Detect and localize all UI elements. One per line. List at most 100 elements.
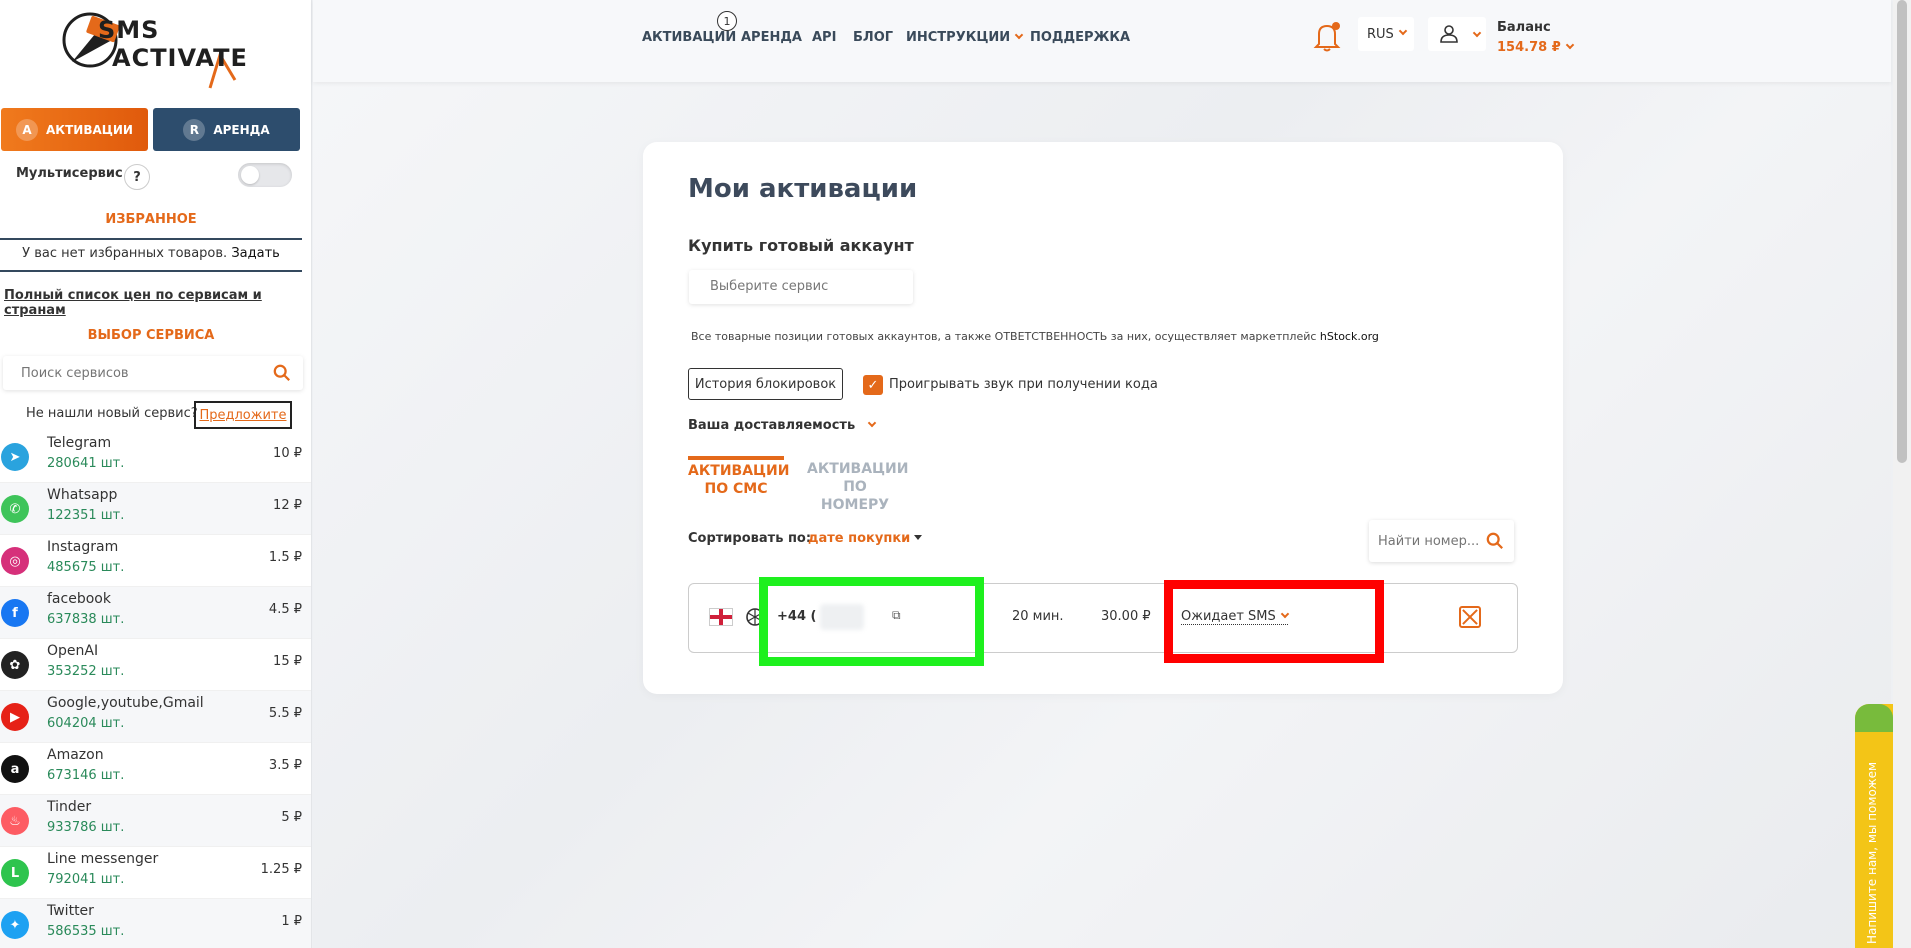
service-item[interactable]: ▶ Google,youtube,Gmail 604204 шт. 5.5 ₽ — [0, 691, 311, 743]
amazon-icon: a — [1, 755, 29, 783]
suggest-service-button[interactable]: Предложите — [194, 401, 292, 429]
service-price: 1.25 ₽ — [260, 862, 302, 877]
twitter-icon: ✦ — [1, 911, 29, 939]
nav-api[interactable]: API — [812, 30, 836, 45]
help-icon[interactable]: ? — [124, 164, 150, 190]
find-number-box[interactable] — [1369, 520, 1514, 562]
service-item[interactable]: ✆ Whatsapp 122351 шт. 12 ₽ — [0, 483, 311, 535]
service-item[interactable]: ➤ Telegram 280641 шт. 10 ₽ — [0, 431, 311, 483]
balance-amount: 154.78 ₽ — [1497, 40, 1561, 55]
service-count: 637838 шт. — [47, 612, 125, 627]
sort-select[interactable]: дате покупки — [808, 531, 923, 546]
service-item[interactable]: ✿ OpenAI 353252 шт. 15 ₽ — [0, 639, 311, 691]
service-name: Tinder — [47, 799, 92, 815]
sort-label: Сортировать по: — [688, 531, 812, 546]
service-price: 15 ₽ — [273, 654, 302, 669]
service-item[interactable]: f facebook 637838 шт. 4.5 ₽ — [0, 587, 311, 639]
service-name: Instagram — [47, 539, 119, 555]
highlight-box-green — [759, 577, 984, 666]
rent-icon: R — [183, 118, 206, 141]
page-scrollbar[interactable] — [1893, 0, 1911, 948]
scrollbar-thumb[interactable] — [1897, 0, 1907, 463]
service-name: OpenAI — [47, 643, 99, 659]
service-name: Telegram — [47, 435, 112, 451]
user-menu-button[interactable] — [1428, 17, 1486, 51]
balance-value[interactable]: 154.78 ₽ — [1497, 40, 1574, 55]
nav-blog[interactable]: Блог — [853, 30, 893, 45]
search-icon[interactable] — [273, 364, 291, 382]
page-title: Мои активации — [688, 174, 918, 204]
nav-instructions-label: Инструкции — [906, 30, 1011, 45]
divider — [0, 270, 302, 272]
notification-bell-icon[interactable] — [1313, 20, 1341, 52]
multiservice-toggle[interactable] — [238, 163, 292, 187]
service-item[interactable]: ◎ Instagram 485675 шт. 1.5 ₽ — [0, 535, 311, 587]
balance-label: Баланс — [1497, 20, 1551, 35]
top-navbar: Активации 1 Аренда API Блог Инструкции П… — [313, 0, 1891, 82]
tab-sms-activations[interactable]: Активации по СМС — [688, 456, 789, 498]
service-item[interactable]: a Amazon 673146 шт. 3.5 ₽ — [0, 743, 311, 795]
activation-icon: A — [16, 118, 38, 141]
service-price: 3.5 ₽ — [268, 758, 302, 773]
block-history-button[interactable]: История блокировок — [688, 368, 843, 400]
nav-support[interactable]: Поддержка — [1030, 30, 1130, 45]
tab-number-line2: по номеру — [820, 479, 890, 513]
service-count: 353252 шт. — [47, 664, 125, 679]
service-count: 122351 шт. — [47, 508, 125, 523]
help-chat-label: Напишите нам, мы поможем — [1865, 761, 1879, 944]
service-price: 1.5 ₽ — [268, 550, 302, 565]
service-select-title: Выбор сервиса — [87, 328, 215, 343]
not-found-text: Не нашли новый сервис? — [26, 406, 198, 421]
service-price: 12 ₽ — [273, 498, 302, 513]
service-count: 673146 шт. — [47, 768, 125, 783]
service-item[interactable]: ✦ Twitter 586535 шт. 1 ₽ — [0, 899, 311, 948]
sound-checkbox[interactable]: ✓ — [863, 375, 883, 395]
tab-number-activations[interactable]: Активации по номеру — [807, 460, 909, 514]
england-flag-icon — [709, 608, 733, 626]
service-select-dropdown[interactable]: Выберите сервис — [689, 270, 913, 304]
sort-value: дате покупки — [808, 531, 911, 546]
activation-price: 30.00 ₽ — [1101, 609, 1151, 624]
multiservice-label: Мультисервис — [16, 166, 123, 181]
chevron-down-icon — [867, 418, 877, 428]
price-list-link[interactable]: Полный список цен по сервисам и странам — [4, 288, 311, 318]
hstock-link[interactable]: hStock.org — [1320, 330, 1379, 343]
chevron-down-icon — [1014, 30, 1024, 40]
service-name: Twitter — [47, 903, 94, 919]
nav-activations[interactable]: Активации — [642, 30, 736, 45]
service-count: 485675 шт. — [47, 560, 125, 575]
nav-rent[interactable]: Аренда — [741, 30, 802, 45]
activations-mode-button[interactable]: A Активации — [1, 108, 148, 151]
language-value: RUS — [1367, 26, 1394, 42]
nav-instructions[interactable]: Инструкции — [906, 30, 1024, 45]
chevron-down-icon — [1472, 28, 1482, 38]
rent-mode-button[interactable]: R Аренда — [153, 108, 300, 151]
service-search-input[interactable] — [3, 356, 263, 390]
favorites-title: Избранное — [105, 212, 197, 227]
chevron-down-icon — [1565, 40, 1574, 50]
whatsapp-icon: ✆ — [1, 495, 29, 523]
service-name: Google,youtube,Gmail — [47, 695, 204, 711]
tab-number-line1: Активации — [807, 461, 909, 477]
cancel-activation-icon[interactable] — [1459, 606, 1481, 628]
facebook-icon: f — [1, 599, 29, 627]
delivery-rate-toggle[interactable]: Ваша доставляемость — [688, 418, 877, 433]
service-name: facebook — [47, 591, 111, 607]
sound-checkbox-label: Проигрывать звук при получении кода — [889, 377, 1158, 392]
highlight-box-red — [1164, 580, 1384, 663]
service-search[interactable] — [3, 356, 303, 390]
disclaimer-text: Все товарные позиции готовых аккаунтов, … — [691, 330, 1317, 343]
language-select[interactable]: RUS — [1358, 17, 1414, 51]
service-item[interactable]: ♨ Tinder 933786 шт. 5 ₽ — [0, 795, 311, 847]
search-icon[interactable] — [1486, 532, 1504, 550]
activations-count-badge: 1 — [717, 11, 737, 31]
favorites-empty-text: У вас нет избранных товаров. Задать — [0, 246, 302, 261]
service-count: 933786 шт. — [47, 820, 125, 835]
service-item[interactable]: L Line messenger 792041 шт. 1.25 ₽ — [0, 847, 311, 899]
buy-account-title: Купить готовый аккаунт — [688, 236, 914, 255]
tinder-icon: ♨ — [1, 807, 29, 835]
service-name: Whatsapp — [47, 487, 118, 503]
favorites-set-link[interactable]: Задать — [231, 246, 280, 261]
help-chat-tab[interactable]: Напишите нам, мы поможем — [1855, 704, 1893, 948]
find-number-input[interactable] — [1369, 520, 1479, 562]
